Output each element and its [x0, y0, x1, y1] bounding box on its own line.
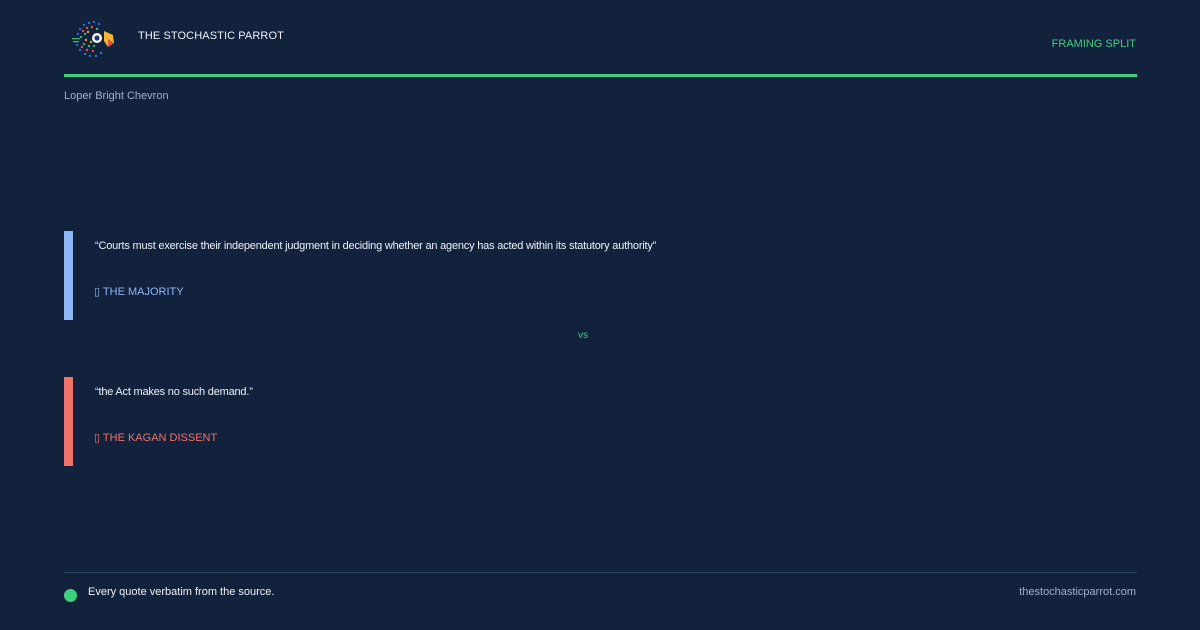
quote-text: “Courts must exercise their independent … — [95, 240, 657, 252]
topic-label: Loper Bright Chevron — [64, 90, 169, 102]
footer-note: Every quote verbatim from the source. — [88, 586, 275, 598]
majority-quote-card: “Courts must exercise their independent … — [64, 231, 1137, 320]
quote-accent-bar — [64, 231, 73, 320]
quote-attribution: ▯ THE MAJORITY — [94, 286, 184, 298]
status-dot-icon — [64, 589, 77, 602]
footer-divider — [64, 572, 1137, 573]
framing-tag: FRAMING SPLIT — [1051, 38, 1136, 50]
dissent-quote-card: “the Act makes no such demand.” ▯ THE KA… — [64, 377, 1137, 466]
versus-label: vs — [578, 330, 588, 341]
quote-accent-bar — [64, 377, 73, 466]
parrot-logo-icon — [70, 17, 118, 61]
quote-text: “the Act makes no such demand.” — [95, 386, 253, 398]
header-divider — [64, 74, 1137, 77]
brand-name: THE STOCHASTIC PARROT — [138, 30, 284, 42]
site-url: thestochasticparrot.com — [1019, 586, 1136, 598]
quote-attribution: ▯ THE KAGAN DISSENT — [94, 432, 218, 444]
